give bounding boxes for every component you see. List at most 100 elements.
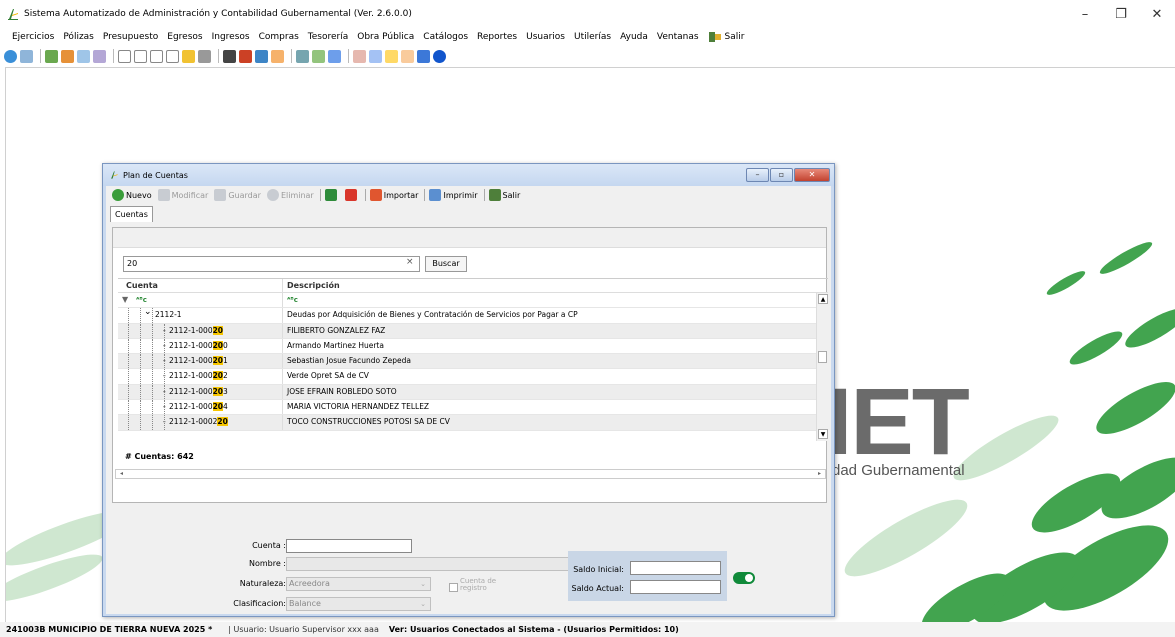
tree-guide-line [164,338,165,354]
tree-guide-line [164,354,165,369]
close-icon[interactable]: ✕ [1139,0,1175,28]
chart-icon[interactable] [255,49,268,63]
background-logo-text: IET [826,369,970,475]
menu-egresos[interactable]: Egresos [167,32,202,42]
p-yellow-icon[interactable] [182,49,195,63]
table-row[interactable]: -2112-1-000220 TOCO CONSTRUCCIONES POTOSI… [118,415,828,431]
nuevo-button[interactable]: Nuevo [112,189,152,201]
menu-ingresos[interactable]: Ingresos [212,32,250,42]
cuenta-de-registro-checkbox[interactable] [449,583,458,592]
chevron-down-icon[interactable]: ⌄ [144,305,152,319]
table-icon[interactable] [77,49,90,63]
menu-utilerias[interactable]: Utilerías [574,32,611,42]
menu-reportes[interactable]: Reportes [477,32,517,42]
table-row[interactable]: -2112-1-000204 MARIA VICTORIA HERNANDEZ T… [118,400,828,416]
dialog-restore-icon[interactable]: ▫ [770,168,793,182]
imprimir-button[interactable]: Imprimir [429,189,478,201]
dialog-close-icon[interactable]: ✕ [794,168,830,182]
menu-polizas[interactable]: Pólizas [63,32,94,42]
clear-search-icon[interactable]: × [406,257,414,267]
p-icon[interactable] [166,49,179,63]
box-icon[interactable] [271,49,284,63]
table-row[interactable]: ⌄ 2112-1 Deudas por Adquisición de Bienes … [118,305,828,324]
c-icon[interactable] [118,49,131,63]
tree-guide-line [140,415,141,430]
saldo-inicial-field[interactable] [630,561,721,575]
menu-usuarios[interactable]: Usuarios [526,32,565,42]
table-row[interactable]: -2112-1-000201 Sebastian Josue Facundo Ze… [118,354,828,370]
clasificacion-select[interactable]: Balance ⌄ [286,597,431,611]
tools-icon[interactable] [239,49,252,63]
saldo-actual-field[interactable] [630,580,721,594]
menu-presupuesto[interactable]: Presupuesto [103,32,158,42]
report-icon[interactable] [369,49,382,63]
scroll-left-icon[interactable]: ◂ [117,470,126,478]
active-toggle[interactable] [733,572,755,584]
filter-funnel-icon[interactable]: ▼ [122,293,128,307]
menu-obra-publica[interactable]: Obra Pública [357,32,414,42]
search-input[interactable]: 20 [123,256,420,272]
eliminar-button[interactable]: Eliminar [266,189,314,201]
cuenta-field[interactable] [286,539,412,553]
status-connected-users[interactable]: Ver: Usuarios Conectados al Sistema - (U… [389,625,679,634]
tab-cuentas[interactable]: Cuentas [110,206,153,222]
d-icon[interactable] [134,49,147,63]
tree-guide-line [152,308,153,323]
scroll-up-icon[interactable]: ▲ [818,294,828,304]
cancel-button[interactable] [344,189,359,201]
clipboard-icon[interactable] [223,49,236,63]
table-row[interactable]: -2112-1-000203 JOSE EFRAIN ROBLEDO SOTO [118,384,828,401]
dialog-minimize-icon[interactable]: – [746,168,769,182]
tree-icon[interactable] [353,49,366,63]
descripcion-cell: Verde Opret SA de CV [287,371,369,381]
table-row[interactable]: -2112-1-00020 FILIBERTO GONZALEZ FAZ [118,323,828,339]
grid-vertical-scrollbar[interactable]: ▲ ▼ [816,293,828,441]
naturaleza-select[interactable]: Acreedora ⌄ [286,577,431,591]
transfer-icon[interactable] [61,49,74,63]
menu-ejercicios[interactable]: Ejercicios [12,32,54,42]
scroll-down-icon[interactable]: ▼ [818,429,828,439]
buscar-button[interactable]: Buscar [425,256,467,272]
grid-icon[interactable] [93,49,106,63]
filter-operator-icon[interactable]: ᴬᴮc [287,296,298,304]
folder-icon[interactable] [401,49,414,63]
menu-salir[interactable]: Salir [708,31,744,43]
table-row[interactable]: -2112-1-000200 Armando Martinez Huerta [118,338,828,355]
calculator-icon[interactable] [296,49,309,63]
menu-catalogos[interactable]: Catálogos [423,32,468,42]
column-header-descripcion[interactable]: Descripción [283,279,828,292]
refresh-icon[interactable] [4,49,17,63]
column-header-cuenta[interactable]: Cuenta [118,279,283,292]
importar-button[interactable]: Importar [369,189,418,201]
dialog-titlebar[interactable]: Plan de Cuentas – ▫ ✕ [103,164,834,186]
menu-tesoreria[interactable]: Tesorería [308,32,348,42]
help-icon[interactable] [433,49,446,63]
scroll-thumb[interactable] [818,351,827,363]
scroll-right-icon[interactable]: ▸ [815,470,824,478]
document-icon[interactable] [20,49,33,63]
toolbar-separator [40,49,41,63]
e-icon[interactable] [150,49,163,63]
users-icon[interactable] [328,49,341,63]
restore-icon[interactable]: ❐ [1103,0,1139,28]
tree-guide-line [164,415,165,430]
menu-ventanas[interactable]: Ventanas [657,32,699,42]
modificar-button[interactable]: Modificar [157,189,208,201]
saldo-actual-label: Saldo Actual: [571,584,624,593]
minimize-icon[interactable]: – [1067,0,1103,28]
excel-export-button[interactable] [324,189,339,201]
menu-compras[interactable]: Compras [259,32,299,42]
save-icon[interactable] [417,49,430,63]
key-icon[interactable] [385,49,398,63]
menu-ayuda[interactable]: Ayuda [620,32,648,42]
grid-horizontal-scrollbar[interactable]: ◂ ▸ [115,469,826,479]
print-icon[interactable] [45,49,58,63]
filter-cell-descripcion[interactable]: ᴬᴮc [283,293,828,307]
pencil-icon[interactable] [312,49,325,63]
tree-guide-line [128,354,129,369]
printer-icon[interactable] [198,49,211,63]
salir-button[interactable]: Salir [488,189,520,201]
guardar-button[interactable]: Guardar [214,189,261,201]
tree-guide-line [164,323,165,338]
table-row[interactable]: -2112-1-000202 Verde Opret SA de CV [118,369,828,385]
